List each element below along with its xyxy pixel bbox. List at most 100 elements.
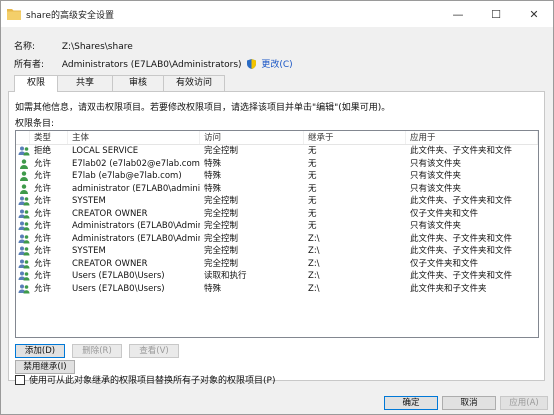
cell-principal: E7lab02 (e7lab02@e7lab.com): [72, 158, 200, 169]
cell-inherited-from: 无: [308, 196, 317, 206]
info-text: 如需其他信息，请双击权限项目。若要修改权限项目，请选择该项目并单击"编辑"(如果…: [15, 103, 391, 113]
cell-principal: LOCAL SERVICE: [72, 146, 139, 156]
tab-effective-access[interactable]: 有效访问: [163, 75, 225, 91]
window-title: share的高级安全设置: [26, 10, 114, 21]
cell-applies-to: 此文件夹、子文件夹和文件: [410, 196, 513, 206]
owner-value: Administrators (E7LAB0\Administrators): [61, 60, 242, 70]
owner-row: 所有者: Administrators (E7LAB0\Administrato…: [14, 57, 293, 70]
name-label: 名称:: [14, 42, 36, 52]
cell-type: 允许: [34, 233, 52, 244]
maximize-button[interactable]: ☐: [477, 1, 515, 27]
cell-principal: Administrators (E7LAB0\Adminis...: [72, 233, 200, 244]
cell-inherited-from: 无: [308, 183, 317, 194]
cancel-button[interactable]: 取消: [442, 396, 496, 410]
cell-inherited-from: 无: [308, 221, 317, 231]
table-row[interactable]: 允许 CREATOR OWNER 完全控制 Z:\ 仅子文件夹和文件: [16, 258, 538, 271]
cell-type: 允许: [34, 258, 52, 269]
cell-access: 完全控制: [204, 233, 239, 244]
cell-access: 完全控制: [204, 208, 239, 219]
column-header-inherited-from[interactable]: 继承于: [304, 131, 406, 144]
table-row[interactable]: 允许 administrator (E7LAB0\administr... 特殊 无 只…: [16, 183, 538, 196]
replace-permissions-label[interactable]: 使用可从此对象继承的权限项目替换所有子对象的权限项目(P): [29, 373, 275, 386]
cell-access: 完全控制: [204, 221, 239, 231]
replace-permissions-checkbox[interactable]: [15, 374, 25, 385]
group-icon: [18, 271, 30, 281]
cell-applies-to: 此文件夹和子文件夹: [410, 283, 487, 294]
folder-icon: [7, 8, 21, 20]
cell-inherited-from: Z:\: [308, 233, 320, 244]
group-icon: [18, 259, 30, 269]
tab-permissions[interactable]: 权限: [14, 75, 58, 92]
owner-label: 所有者:: [14, 60, 45, 70]
table-row[interactable]: 允许 Administrators (E7LAB0\Adminis... 完全控制 Z…: [16, 233, 538, 246]
cell-applies-to: 只有该文件夹: [410, 221, 462, 231]
view-button[interactable]: 查看(V): [129, 344, 179, 358]
list-body: 拒绝 LOCAL SERVICE 完全控制无此文件夹、子文件夹和文件 允许 E7lab0…: [16, 145, 538, 295]
cell-inherited-from: Z:\: [308, 258, 320, 269]
cell-applies-to: 此文件夹、子文件夹和文件: [410, 246, 513, 256]
cell-applies-to: 只有该文件夹: [410, 171, 462, 181]
cell-access: 完全控制: [204, 246, 239, 256]
table-row[interactable]: 允许 E7lab02 (e7lab02@e7lab.com) 特殊 无 只有该文件夹: [16, 158, 538, 171]
cell-type: 拒绝: [34, 146, 52, 156]
cell-principal: Administrators (E7LAB0\Adminis...: [72, 221, 200, 231]
cell-applies-to: 仅子文件夹和文件: [410, 258, 479, 269]
cell-type: 允许: [34, 283, 52, 294]
cell-principal: administrator (E7LAB0\administr...: [72, 183, 200, 194]
table-row[interactable]: 允许 Users (E7LAB0\Users) 特殊 Z:\ 此文件夹和子文件夹: [16, 283, 538, 296]
cell-applies-to: 仅子文件夹和文件: [410, 208, 479, 219]
table-row[interactable]: 拒绝 LOCAL SERVICE 完全控制 无 此文件夹、子文件夹和文件: [16, 145, 538, 158]
cell-principal: Users (E7LAB0\Users): [72, 283, 165, 294]
cell-type: 允许: [34, 246, 52, 256]
cell-inherited-from: 无: [308, 158, 317, 169]
change-owner-link[interactable]: 更改(C): [261, 60, 292, 70]
ok-button[interactable]: 确定: [384, 396, 438, 410]
cell-inherited-from: 无: [308, 208, 317, 219]
tab-auditing[interactable]: 审核: [112, 75, 164, 91]
replace-permissions-row: 使用可从此对象继承的权限项目替换所有子对象的权限项目(P): [15, 373, 275, 386]
add-button[interactable]: 添加(D): [15, 344, 65, 358]
table-row[interactable]: 允许 E7lab (e7lab@e7lab.com) 特殊 无 只有该文件夹: [16, 170, 538, 183]
name-value: Z:\Shares\share: [61, 42, 133, 52]
group-icon: [18, 196, 30, 206]
group-icon: [18, 246, 30, 256]
entries-label: 权限条目:: [15, 119, 55, 129]
cell-inherited-from: 无: [308, 146, 317, 156]
table-row[interactable]: 允许 SYSTEM 完全控制 无 此文件夹、子文件夹和文件: [16, 195, 538, 208]
cell-principal: SYSTEM: [72, 246, 106, 256]
shield-icon: [247, 59, 257, 69]
cell-access: 完全控制: [204, 196, 239, 206]
user-icon: [18, 158, 30, 169]
minimize-button[interactable]: —: [439, 1, 477, 27]
security-settings-window: share的高级安全设置 — ☐ ✕ 名称: Z:\Shares\share 所…: [0, 0, 554, 415]
table-row[interactable]: 允许 SYSTEM 完全控制 Z:\ 此文件夹、子文件夹和文件: [16, 245, 538, 258]
cell-inherited-from: Z:\: [308, 283, 320, 294]
user-icon: [18, 171, 30, 181]
remove-button[interactable]: 删除(R): [72, 344, 122, 358]
column-header-access[interactable]: 访问: [200, 131, 304, 144]
apply-button[interactable]: 应用(A): [500, 396, 548, 410]
column-header-type[interactable]: 类型: [30, 131, 68, 144]
cell-access: 完全控制: [204, 258, 239, 269]
table-row[interactable]: 允许 Administrators (E7LAB0\Adminis... 完全控制 无…: [16, 220, 538, 233]
cell-access: 完全控制: [204, 146, 239, 156]
cell-applies-to: 此文件夹、子文件夹和文件: [410, 233, 513, 244]
permission-entries-list[interactable]: 类型 主体 访问 继承于 应用于 拒绝 LOCAL SERVICE 完全控制无此文件…: [15, 130, 539, 338]
permissions-panel: 如需其他信息，请双击权限项目。若要修改权限项目，请选择该项目并单击"编辑"(如果…: [8, 91, 545, 386]
disable-inheritance-button[interactable]: 禁用继承(I): [15, 360, 75, 374]
cell-applies-to: 只有该文件夹: [410, 158, 462, 169]
cell-applies-to: 此文件夹、子文件夹和文件: [410, 146, 513, 156]
cell-type: 允许: [34, 221, 52, 231]
tab-share[interactable]: 共享: [57, 75, 113, 91]
name-row: 名称: Z:\Shares\share: [14, 39, 133, 52]
column-header-applies-to[interactable]: 应用于: [406, 131, 538, 144]
cell-inherited-from: Z:\: [308, 246, 320, 256]
column-header-principal[interactable]: 主体: [68, 131, 200, 144]
group-icon: [18, 284, 30, 294]
close-button[interactable]: ✕: [515, 1, 553, 27]
cell-principal: CREATOR OWNER: [72, 208, 148, 219]
table-row[interactable]: 允许 CREATOR OWNER 完全控制 无 仅子文件夹和文件: [16, 208, 538, 221]
user-icon: [18, 183, 30, 194]
table-row[interactable]: 允许 Users (E7LAB0\Users) 读取和执行 Z:\ 此文件夹、子文件夹和…: [16, 270, 538, 283]
group-icon: [18, 146, 30, 156]
